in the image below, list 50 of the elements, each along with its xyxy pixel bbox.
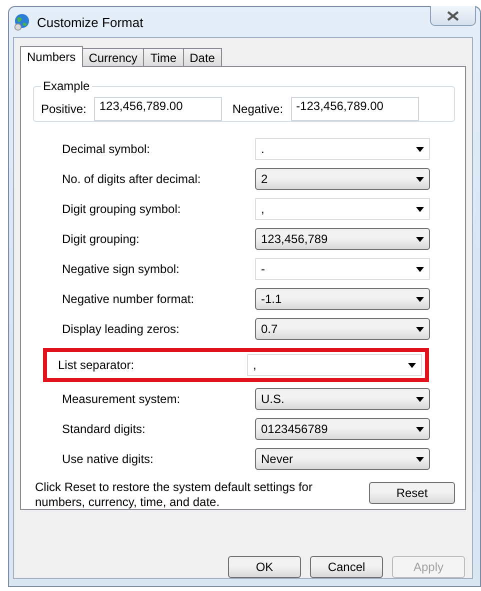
dialog-button[interactable]: OK xyxy=(228,556,301,578)
setting-label: Negative sign symbol: xyxy=(62,262,180,276)
setting-label: No. of digits after decimal: xyxy=(62,172,201,186)
field-label: Negative: xyxy=(232,102,284,116)
combo-box[interactable]: , xyxy=(247,354,422,376)
setting-label: List separator: xyxy=(58,358,134,372)
example-field: -123,456,789.00 xyxy=(291,97,420,121)
dropdown[interactable]: 0123456789 xyxy=(255,418,430,440)
setting-label: Standard digits: xyxy=(62,422,146,436)
setting-label: Decimal symbol: xyxy=(62,142,150,156)
dialog-button[interactable]: Cancel xyxy=(310,556,383,578)
setting-label: Measurement system: xyxy=(62,392,180,406)
caret-icon xyxy=(416,456,424,462)
setting-label: Display leading zeros: xyxy=(62,322,180,336)
combo-box[interactable]: , xyxy=(255,198,430,220)
setting-label: Digit grouping: xyxy=(62,232,140,246)
field-label: Positive: xyxy=(41,102,86,116)
setting-label: Negative number format: xyxy=(62,292,194,306)
close-icon xyxy=(447,10,459,20)
caret-icon xyxy=(416,326,424,332)
caret-icon xyxy=(416,296,424,302)
dropdown[interactable]: Never xyxy=(255,448,430,470)
caret-icon xyxy=(416,266,424,272)
setting-label: Use native digits: xyxy=(62,452,154,466)
dropdown[interactable]: 0.7 xyxy=(255,318,430,340)
globe-icon xyxy=(13,13,31,31)
group-title: Example xyxy=(42,79,91,93)
close-button[interactable] xyxy=(430,6,476,26)
caret-icon xyxy=(416,236,424,242)
caret-icon xyxy=(416,206,424,212)
caret-icon xyxy=(416,146,424,152)
tab[interactable]: Numbers xyxy=(20,46,83,67)
window-title: Customize Format xyxy=(37,14,144,30)
caret-icon xyxy=(416,426,424,432)
reset-button[interactable]: Reset xyxy=(369,482,455,504)
dropdown[interactable]: 123,456,789 xyxy=(255,228,430,250)
tab[interactable]: Time xyxy=(143,48,184,66)
dropdown[interactable]: U.S. xyxy=(255,388,430,410)
caret-icon xyxy=(408,362,416,368)
tab[interactable]: Date xyxy=(182,48,222,66)
dropdown[interactable]: -1.1 xyxy=(255,288,430,310)
tab[interactable]: Currency xyxy=(82,48,144,66)
caret-icon xyxy=(416,396,424,402)
caret-icon xyxy=(416,176,424,182)
dropdown[interactable]: 2 xyxy=(255,168,430,190)
example-field: 123,456,789.00 xyxy=(94,97,222,121)
reset-note: Click Reset to restore the system default settings for numbers, currency, time, and date. xyxy=(35,480,314,510)
combo-box[interactable]: . xyxy=(255,138,430,160)
combo-box[interactable]: - xyxy=(255,258,430,280)
setting-label: Digit grouping symbol: xyxy=(62,202,181,216)
